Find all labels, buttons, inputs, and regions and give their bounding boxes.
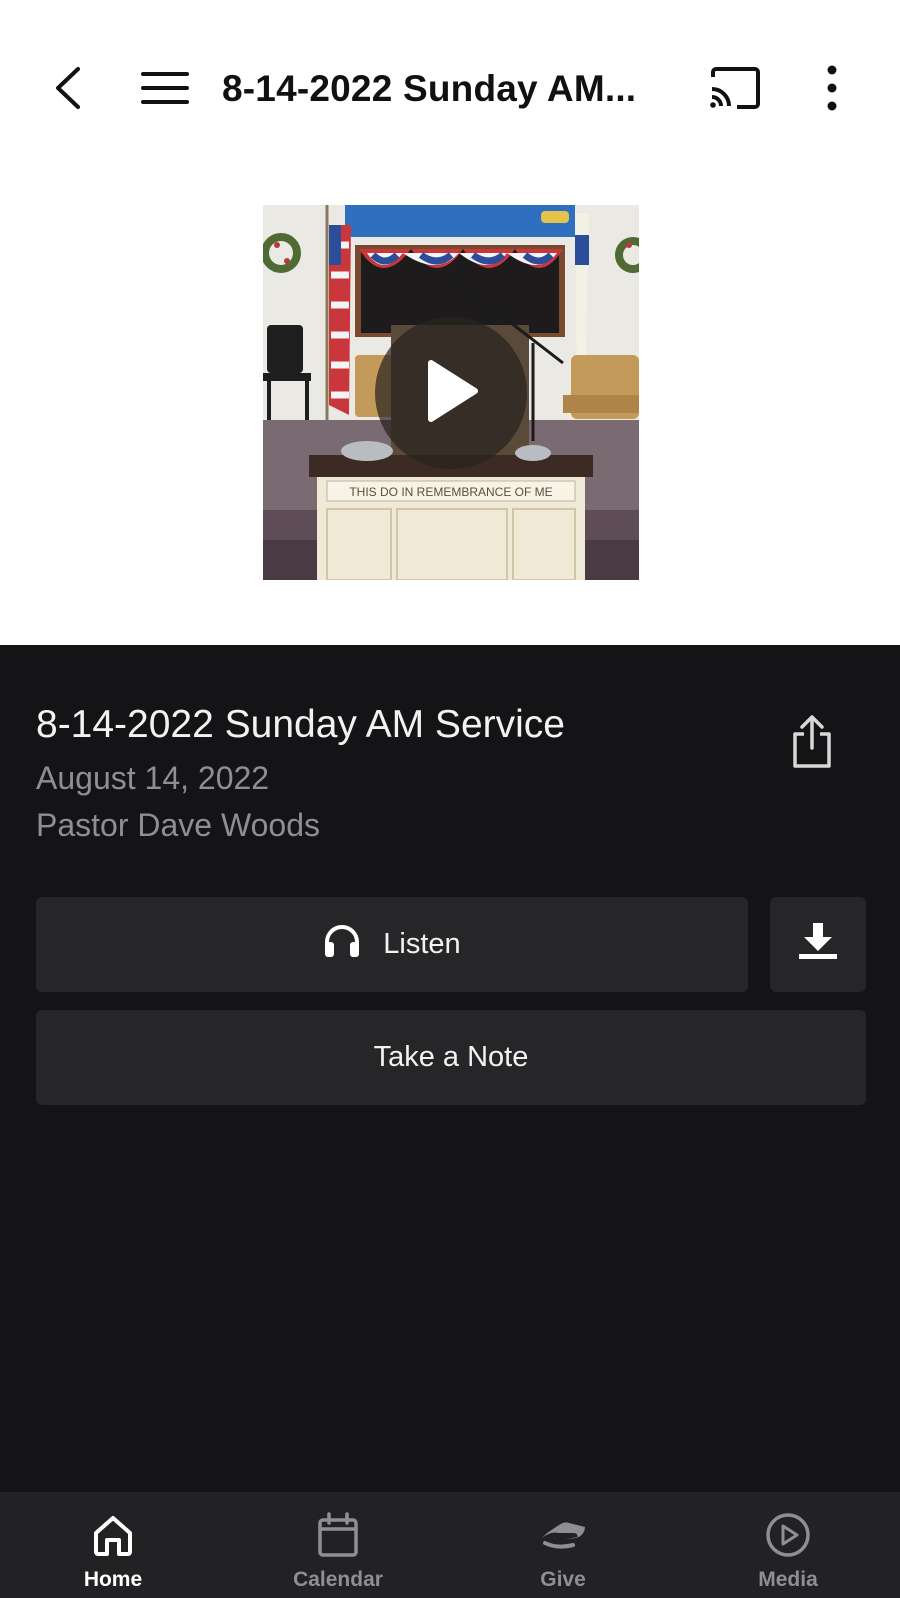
- share-icon: [790, 714, 834, 775]
- listen-button[interactable]: Listen: [36, 897, 748, 992]
- download-button[interactable]: [770, 897, 866, 992]
- cast-icon: [709, 66, 761, 114]
- table-inscription: THIS DO IN REMEMBRANCE OF ME: [349, 485, 552, 499]
- give-icon: [539, 1510, 587, 1560]
- page-title: 8-14-2022 Sunday AM...: [222, 68, 637, 109]
- take-note-label: Take a Note: [373, 1041, 529, 1073]
- tab-label-give: Give: [540, 1568, 586, 1591]
- top-navigation-bar: 8-14-2022 Sunday AM...: [0, 30, 900, 150]
- listen-label: Listen: [383, 928, 461, 960]
- bottom-tab-bar: Home Calendar Give Media: [0, 1492, 900, 1598]
- sermon-date: August 14, 2022: [36, 760, 270, 796]
- media-play-icon: [765, 1510, 811, 1560]
- tab-media[interactable]: Media: [708, 1492, 868, 1598]
- share-button[interactable]: [782, 709, 842, 779]
- media-header-area: 8-14-2022 Sunday AM... THIS DO IN REMEMB…: [0, 0, 900, 645]
- cast-button[interactable]: [700, 55, 770, 125]
- sermon-title: 8-14-2022 Sunday AM Service: [36, 703, 565, 746]
- back-button[interactable]: [40, 55, 96, 125]
- headphones-icon: [323, 923, 361, 967]
- calendar-icon: [317, 1510, 359, 1560]
- tab-give[interactable]: Give: [483, 1492, 643, 1598]
- tab-calendar[interactable]: Calendar: [258, 1492, 418, 1598]
- tab-home[interactable]: Home: [33, 1492, 193, 1598]
- media-thumbnail[interactable]: THIS DO IN REMEMBRANCE OF ME: [263, 205, 639, 580]
- more-vertical-icon: [826, 65, 838, 116]
- more-options-button[interactable]: [800, 55, 864, 125]
- take-note-button[interactable]: Take a Note: [36, 1010, 866, 1105]
- play-button[interactable]: [375, 317, 527, 469]
- play-icon: [423, 359, 479, 428]
- tab-label-calendar: Calendar: [293, 1568, 383, 1591]
- menu-button[interactable]: [134, 55, 196, 125]
- sermon-details: 8-14-2022 Sunday AM Service August 14, 2…: [0, 645, 900, 1492]
- home-icon: [92, 1510, 134, 1560]
- hamburger-menu-icon: [140, 71, 190, 110]
- chevron-left-icon: [53, 66, 83, 115]
- download-icon: [797, 921, 839, 969]
- sermon-speaker: Pastor Dave Woods: [36, 807, 320, 843]
- tab-label-home: Home: [83, 1568, 143, 1591]
- tab-label-media: Media: [758, 1568, 818, 1591]
